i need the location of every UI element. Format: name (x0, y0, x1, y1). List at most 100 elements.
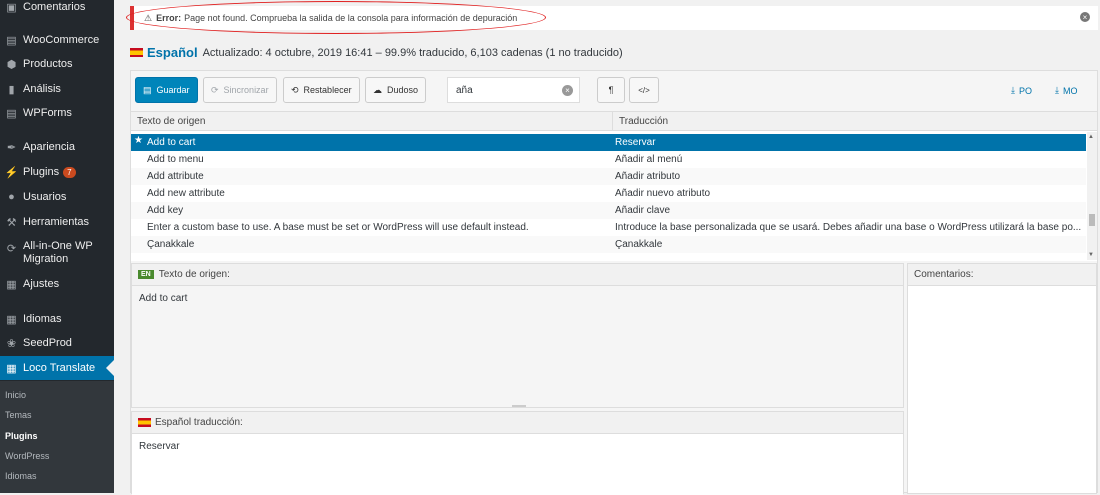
menu-label: WPForms (23, 107, 72, 119)
error-notice: ⚠ Error: Page not found. Comprueba la sa… (130, 6, 1098, 30)
table-row[interactable]: Add new attribute Añadir nuevo atributo (131, 185, 1086, 202)
revert-button[interactable]: ⟲ Restablecer (283, 77, 360, 103)
menu-label: Herramientas (23, 216, 90, 228)
menu-label: All-in-One WP (23, 240, 93, 252)
source-text: Add to cart (139, 293, 188, 304)
menu-apariencia[interactable]: ✒ Apariencia (0, 138, 114, 156)
submenu-temas[interactable]: Temas (5, 410, 32, 420)
scroll-up-icon[interactable]: ▲ (1088, 134, 1094, 140)
source-panel: EN Texto de origen: Add to cart (131, 263, 904, 408)
translation-textarea[interactable]: Reservar (132, 434, 903, 495)
sync-button[interactable]: ⟳ Sincronizar (203, 77, 277, 103)
save-button[interactable]: ▤ Guardar (135, 77, 198, 103)
error-message: Page not found. Comprueba la salida de l… (184, 13, 518, 23)
table-row[interactable]: ★ Add to cart Reservar (131, 134, 1086, 151)
row-translation: Añadir clave (615, 205, 671, 216)
menu-comentarios[interactable]: ▣ Comentarios (0, 0, 114, 14)
menu-idiomas[interactable]: ▦ Idiomas (0, 310, 114, 328)
download-mo-link[interactable]: ⤓ MO (1055, 85, 1077, 96)
fuzzy-label: Dudoso (387, 85, 419, 95)
menu-usuarios[interactable]: ● Usuarios (0, 188, 114, 206)
table-row[interactable]: Add key Añadir clave (131, 202, 1086, 219)
column-header-translation[interactable]: Traducción (613, 112, 668, 130)
comments-textarea[interactable] (908, 286, 1096, 493)
menu-label: Plugins (23, 166, 60, 178)
row-source: Add key (147, 205, 184, 216)
row-source: Add new attribute (147, 188, 225, 199)
warning-icon: ⚠ (144, 12, 153, 23)
table-row[interactable]: Enter a custom base to use. A base must … (131, 219, 1086, 236)
grid-header: Texto de origen Traducción (131, 112, 1097, 131)
submenu-wordpress[interactable]: WordPress (5, 451, 49, 461)
row-source: Çanakkale (147, 239, 195, 250)
menu-label: Usuarios (23, 191, 67, 203)
cloud-icon: ☁ (373, 84, 382, 95)
menu-label: SeedProd (23, 337, 72, 349)
po-label: PO (1018, 85, 1032, 96)
table-row[interactable]: Add attribute Añadir atributo (131, 168, 1086, 185)
grid-scrollbar[interactable]: ▲ ▼ (1087, 132, 1097, 260)
column-header-source[interactable]: Texto de origen (131, 112, 613, 130)
translation-panel: Español traducción: Reservar (131, 411, 904, 495)
strings-grid: Texto de origen Traducción ★ Add to cart… (131, 111, 1097, 261)
spain-flag-icon (138, 418, 151, 427)
save-label: Guardar (156, 85, 190, 95)
menu-label: Idiomas (23, 313, 62, 325)
error-prefix: Error: (156, 13, 182, 23)
menu-productos[interactable]: ⬢ Productos (0, 55, 114, 73)
search-value: aña (456, 84, 473, 96)
user-icon: ● (8, 191, 15, 203)
clear-search-icon[interactable]: × (562, 85, 573, 96)
menu-herramientas[interactable]: ⚒ Herramientas (0, 213, 114, 231)
menu-label: Análisis (23, 83, 61, 95)
table-row[interactable]: Çanakkale Çanakkale (131, 236, 1086, 253)
forms-icon: ▤ (6, 107, 17, 120)
sync-icon: ⟳ (211, 84, 219, 95)
submenu-plugins[interactable]: Plugins (5, 431, 38, 441)
menu-loco-translate[interactable]: ▦ Loco Translate (0, 356, 114, 380)
language-icon: ▦ (6, 313, 17, 326)
dismiss-notice-icon[interactable]: × (1080, 12, 1090, 22)
translate-icon: ▦ (6, 362, 17, 375)
mo-label: MO (1062, 85, 1078, 96)
translation-editor: ▤ Guardar ⟳ Sincronizar ⟲ Restablecer ☁ … (130, 70, 1098, 495)
menu-wpforms[interactable]: ▤ WPForms (0, 104, 114, 122)
menu-label: Productos (23, 58, 73, 70)
code-icon: </> (638, 85, 650, 95)
locale-header: Español Actualizado: 4 octubre, 2019 16:… (130, 45, 623, 60)
menu-label: Comentarios (23, 1, 86, 13)
loco-submenu: Inicio Temas Plugins WordPress Idiomas (0, 381, 114, 493)
box-icon: ⬢ (6, 58, 17, 71)
menu-label-line2: Migration (23, 253, 69, 265)
menu-seedprod[interactable]: ❀ SeedProd (0, 334, 114, 352)
admin-sidebar: ▣ Comentarios ▤ WooCommerce ⬢ Productos … (0, 0, 114, 493)
source-panel-title: Texto de origen: (158, 269, 230, 280)
fuzzy-button[interactable]: ☁ Dudoso (365, 77, 427, 103)
main-content: ⚠ Error: Page not found. Comprueba la sa… (114, 0, 1100, 495)
menu-ajustes[interactable]: ▦ Ajustes (0, 275, 114, 293)
submenu-inicio[interactable]: Inicio (5, 390, 26, 400)
floppy-icon: ▤ (143, 84, 152, 95)
menu-label: WooCommerce (23, 34, 100, 46)
menu-all-in-one-migration[interactable]: ⟳ All-in-One WP Migration (0, 240, 114, 268)
scroll-thumb[interactable] (1089, 214, 1095, 226)
menu-analisis[interactable]: ▮ Análisis (0, 80, 114, 98)
table-row[interactable]: Add to menu Añadir al menú (131, 151, 1086, 168)
submenu-idiomas[interactable]: Idiomas (5, 471, 37, 481)
comments-panel-header: Comentarios: (908, 264, 1096, 286)
locale-name[interactable]: Español (147, 45, 198, 60)
panel-splitter[interactable] (512, 405, 526, 407)
search-input[interactable]: aña × (447, 77, 580, 103)
menu-plugins[interactable]: ⚡ Plugins 7 (0, 163, 114, 181)
row-translation: Çanakkale (615, 239, 663, 250)
row-source: Add attribute (147, 171, 204, 182)
download-po-link[interactable]: ⤓ PO (1011, 85, 1032, 96)
code-view-toggle-button[interactable]: </> (629, 77, 659, 103)
invisibles-toggle-button[interactable]: ¶ (597, 77, 625, 103)
menu-woocommerce[interactable]: ▤ WooCommerce (0, 31, 114, 49)
row-source: Add to menu (147, 154, 204, 165)
scroll-down-icon[interactable]: ▼ (1088, 252, 1094, 258)
settings-icon: ▦ (6, 278, 17, 291)
brush-icon: ✒ (6, 141, 17, 154)
seed-icon: ❀ (6, 337, 17, 350)
